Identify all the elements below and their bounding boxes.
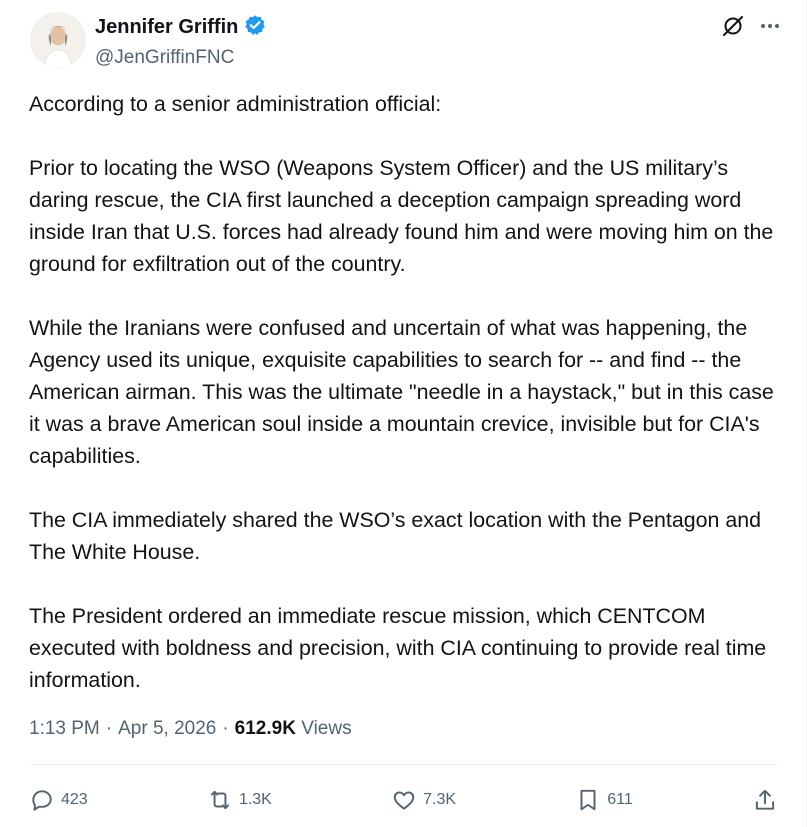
- author-block: Jennifer Griffin @JenGriffinFNC: [95, 14, 266, 69]
- share-button[interactable]: [752, 787, 778, 813]
- meta-separator: ·: [222, 718, 229, 739]
- name-row: Jennifer Griffin: [95, 14, 266, 41]
- reply-icon: [29, 787, 55, 813]
- tweet-paragraph: The CIA immediately shared the WSO’s exa…: [29, 508, 762, 564]
- tweet-paragraph: According to a senior administration off…: [29, 92, 442, 116]
- avatar[interactable]: [30, 12, 86, 68]
- views-label: Views: [301, 718, 352, 739]
- tweet-paragraph: The President ordered an immediate rescu…: [29, 604, 767, 692]
- more-icon[interactable]: [759, 15, 781, 42]
- meta-separator: ·: [105, 718, 113, 739]
- like-icon: [391, 787, 417, 813]
- tweet-meta: 1:13 PM · Apr 5, 2026 · 612.9K Views: [29, 718, 352, 740]
- share-icon: [752, 787, 778, 813]
- divider: [29, 764, 778, 765]
- tweet-card: Jennifer Griffin @JenGriffinFNC Accordin…: [0, 0, 807, 827]
- author-name[interactable]: Jennifer Griffin: [95, 16, 238, 39]
- bookmark-button[interactable]: 611: [575, 787, 633, 813]
- author-handle[interactable]: @JenGriffinFNC: [95, 47, 266, 69]
- tweet-paragraph: Prior to locating the WSO (Weapons Syste…: [29, 156, 774, 276]
- reply-count: 423: [61, 791, 88, 808]
- bookmark-icon: [575, 787, 601, 813]
- reply-button[interactable]: 423: [29, 787, 88, 813]
- repost-button[interactable]: 1.3K: [207, 787, 272, 813]
- views-block[interactable]: 612.9K Views: [235, 718, 352, 740]
- tweet-paragraph: While the Iranians were confused and unc…: [29, 316, 774, 468]
- repost-icon: [207, 787, 233, 813]
- verified-badge-icon[interactable]: [244, 14, 266, 41]
- top-actions: [721, 14, 781, 43]
- tweet-date[interactable]: Apr 5, 2026: [118, 718, 216, 740]
- grok-icon[interactable]: [721, 14, 745, 43]
- tweet-text: According to a senior administration off…: [29, 88, 789, 696]
- like-button[interactable]: 7.3K: [391, 787, 456, 813]
- bookmark-count: 611: [607, 791, 633, 808]
- like-count: 7.3K: [423, 791, 457, 808]
- views-count: 612.9K: [234, 718, 296, 739]
- tweet-time[interactable]: 1:13 PM: [29, 718, 100, 740]
- action-bar: 423 1.3K 7.3K 611: [29, 780, 778, 820]
- repost-count: 1.3K: [238, 791, 272, 808]
